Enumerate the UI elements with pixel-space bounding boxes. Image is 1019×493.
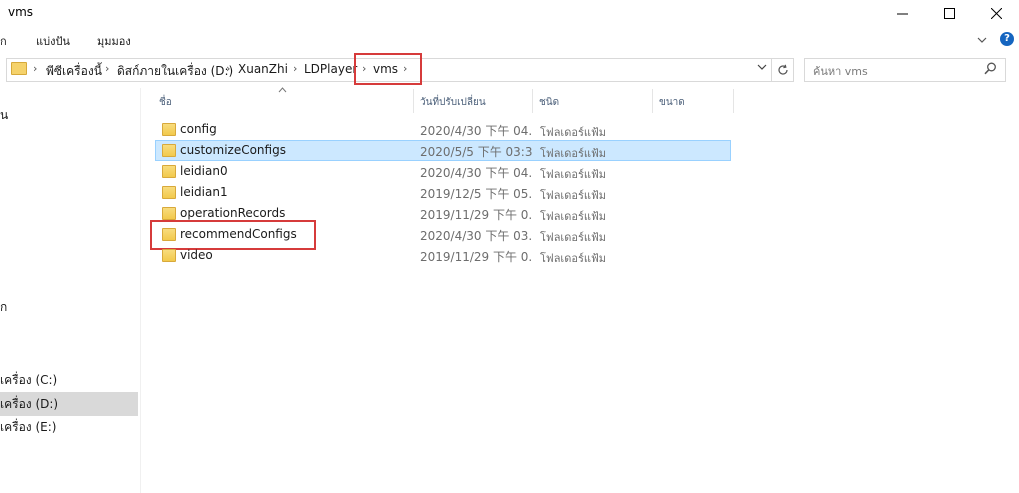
highlight-box-vms (354, 53, 422, 85)
ribbon-tab-view[interactable]: มุมมอง (97, 32, 131, 50)
ribbon-tab-share[interactable]: แบ่งปัน (36, 32, 70, 50)
file-date: 2020/5/5 下午 03:33 (420, 145, 532, 159)
file-type: โฟลเดอร์แฟ้ม (540, 252, 606, 265)
search-icon[interactable] (984, 62, 997, 78)
close-icon (990, 7, 1002, 19)
minimize-icon (896, 13, 908, 14)
folder-icon (162, 249, 176, 262)
maximize-button[interactable] (926, 0, 972, 26)
window-title: vms (8, 5, 34, 19)
column-divider[interactable] (413, 89, 414, 113)
nav-item-drive-e[interactable]: เครื่อง (E:) (0, 416, 56, 438)
file-name[interactable]: video (180, 248, 213, 262)
file-name[interactable]: operationRecords (180, 206, 285, 220)
column-header-size[interactable]: ขนาด (659, 95, 685, 110)
breadcrumb-separator-icon[interactable]: › (226, 62, 230, 75)
file-name[interactable]: config (180, 122, 217, 136)
breadcrumb-separator-icon[interactable]: › (105, 62, 109, 75)
chevron-down-icon (757, 64, 767, 70)
file-type: โฟลเดอร์แฟ้ม (540, 147, 606, 160)
folder-icon (162, 207, 176, 220)
nav-item-drive-d[interactable]: เครื่อง (D:) (0, 393, 58, 415)
breadcrumb-separator-icon[interactable]: › (293, 62, 297, 75)
file-type: โฟลเดอร์แฟ้ม (540, 231, 606, 244)
file-type: โฟลเดอร์แฟ้ม (540, 189, 606, 202)
ribbon (0, 26, 1019, 50)
maximize-icon (943, 7, 955, 19)
folder-icon (162, 186, 176, 199)
column-header-date[interactable]: วันที่ปรับเปลี่ยน (420, 95, 486, 110)
nav-item-partial-1[interactable]: น (0, 104, 8, 126)
file-date: 2020/4/30 下午 04... (420, 124, 532, 138)
file-name[interactable]: customizeConfigs (180, 143, 286, 157)
folder-icon (162, 144, 176, 157)
file-type: โฟลเดอร์แฟ้ม (540, 126, 606, 139)
title-bar (0, 0, 1019, 26)
folder-icon (162, 123, 176, 136)
nav-item-partial-2[interactable]: ก (0, 296, 7, 318)
column-header-type[interactable]: ชนิด (539, 95, 559, 110)
file-date: 2019/11/29 下午 0... (420, 250, 532, 264)
file-type: โฟลเดอร์แฟ้ม (540, 168, 606, 181)
sort-ascending-icon (278, 86, 287, 96)
file-date: 2020/4/30 下午 03... (420, 229, 532, 243)
breadcrumb-separator-icon[interactable]: › (33, 62, 37, 75)
file-name[interactable]: leidian1 (180, 185, 228, 199)
refresh-icon (778, 64, 788, 75)
ribbon-tab-share-partial[interactable]: ก (0, 32, 7, 50)
help-icon[interactable]: ? (1000, 32, 1014, 46)
file-date: 2020/4/30 下午 04... (420, 166, 532, 180)
refresh-button[interactable] (771, 58, 794, 82)
breadcrumb-xuanzhi[interactable]: XuanZhi (238, 62, 288, 76)
folder-icon (11, 62, 27, 75)
column-divider[interactable] (532, 89, 533, 113)
column-divider[interactable] (652, 89, 653, 113)
search-placeholder: ค้นหา vms (813, 65, 868, 78)
nav-item-drive-c[interactable]: เครื่อง (C:) (0, 369, 57, 391)
file-date: 2019/12/5 下午 05... (420, 187, 532, 201)
ribbon-expand-button[interactable] (977, 33, 987, 47)
file-name[interactable]: leidian0 (180, 164, 228, 178)
close-button[interactable] (973, 0, 1019, 26)
column-divider[interactable] (733, 89, 734, 113)
breadcrumb-drive-d[interactable]: ดิสก์ภายในเครื่อง (D:) (117, 62, 233, 81)
chevron-down-icon (977, 37, 987, 43)
address-history-dropdown[interactable] (755, 61, 769, 77)
folder-icon (162, 165, 176, 178)
file-date: 2019/11/29 下午 0... (420, 208, 532, 222)
minimize-button[interactable] (879, 0, 925, 26)
column-header-name[interactable]: ชื่อ (159, 95, 172, 110)
file-type: โฟลเดอร์แฟ้ม (540, 210, 606, 223)
breadcrumb-ldplayer[interactable]: LDPlayer (304, 62, 357, 76)
breadcrumb-this-pc[interactable]: พีซีเครื่องนี้ (46, 62, 102, 81)
